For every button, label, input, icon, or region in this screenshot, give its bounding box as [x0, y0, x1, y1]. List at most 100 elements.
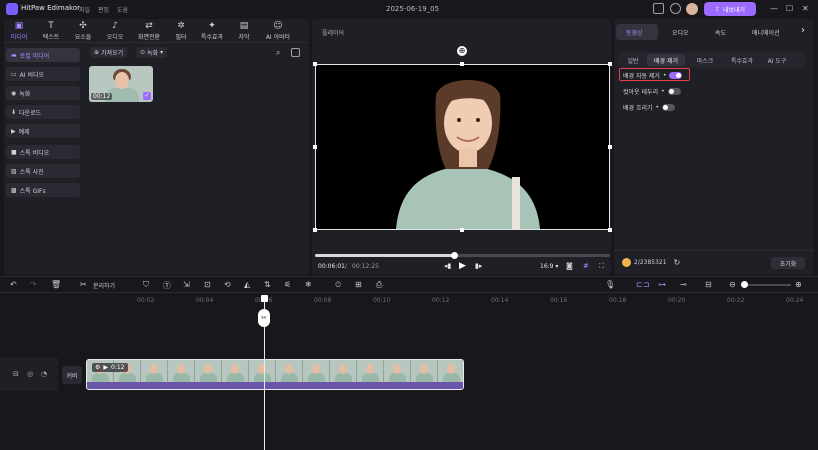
fit-icon[interactable]: ⊟: [705, 280, 712, 289]
resize-handle[interactable]: [608, 62, 612, 66]
split-icon[interactable]: ✂: [80, 280, 87, 289]
media-thumbnail[interactable]: 00:12 ✓: [89, 66, 153, 102]
prev-frame-icon[interactable]: ◂▮: [444, 262, 451, 270]
sidebar-item-stock-gifs[interactable]: ▩ 스톡 GIFs: [6, 183, 80, 197]
tab-media[interactable]: ▣ 미디어: [4, 21, 34, 41]
sidebar-item-sample[interactable]: ▶ 예제: [6, 124, 80, 138]
chevron-right-icon[interactable]: ›: [801, 25, 805, 36]
tab-audio[interactable]: ♪ 오디오: [100, 21, 130, 41]
freeze-icon[interactable]: ❄: [305, 280, 312, 289]
import-button[interactable]: ⊕ 가져오기: [90, 47, 128, 58]
tab-filter[interactable]: ✲ 필터: [166, 21, 196, 41]
delete-icon[interactable]: 🗑: [51, 280, 61, 289]
search-icon[interactable]: ⌕: [276, 48, 280, 58]
track-audio-icon[interactable]: ◔: [41, 370, 47, 378]
menu-file[interactable]: 파일: [79, 5, 90, 14]
info-icon: •: [661, 88, 665, 95]
magnet-icon[interactable]: ⊏⊐: [636, 280, 649, 289]
tab-elements[interactable]: ✣ 요소들: [68, 21, 98, 41]
microphone-icon[interactable]: 🎙: [605, 280, 615, 289]
link-icon[interactable]: ⊶: [658, 280, 666, 289]
tab-transition[interactable]: ⇄ 화면전환: [134, 21, 164, 41]
resize-handle[interactable]: [460, 228, 464, 232]
playback-scrubber[interactable]: [450, 252, 458, 259]
record-dropdown[interactable]: ⊙ 녹화 ▾: [136, 47, 168, 58]
trim-icon[interactable]: ⇲: [183, 280, 190, 289]
undo-icon[interactable]: ↶: [10, 280, 17, 289]
video-clip[interactable]: [86, 359, 464, 390]
sidebar-item-download[interactable]: ⬇ 다운로드: [6, 105, 80, 119]
resize-handle[interactable]: [313, 145, 317, 149]
resize-handle[interactable]: [313, 228, 317, 232]
tab-audio-props[interactable]: 오디오: [672, 28, 689, 37]
cutout-border-toggle[interactable]: [667, 88, 681, 95]
close-button[interactable]: ✕: [802, 4, 809, 13]
resize-handle[interactable]: [460, 62, 464, 66]
download-icon[interactable]: [670, 3, 681, 14]
tab-subtitle[interactable]: ▤ 자막: [229, 21, 259, 41]
message-icon[interactable]: [653, 3, 664, 14]
tab-video[interactable]: 동영상: [626, 28, 643, 37]
snapshot-icon[interactable]: ◙: [566, 262, 573, 270]
refresh-icon[interactable]: ↻: [674, 258, 681, 267]
adjust-icon[interactable]: ⚟: [284, 280, 291, 289]
menu-edit[interactable]: 편집: [98, 5, 109, 14]
split-label[interactable]: 분리하기: [93, 281, 115, 290]
subtab-general[interactable]: 일반: [620, 54, 646, 66]
flip-icon[interactable]: ⇅: [264, 280, 271, 289]
user-avatar[interactable]: [686, 3, 698, 15]
track-visibility-icon[interactable]: ◎: [27, 370, 33, 378]
tab-text[interactable]: T 텍스트: [36, 21, 66, 41]
subtab-remove-background[interactable]: 배경 제거: [647, 54, 685, 66]
resize-handle[interactable]: [608, 228, 612, 232]
marker-icon[interactable]: ⛉: [143, 280, 149, 290]
subtab-ai-tools[interactable]: AI 도구: [762, 54, 792, 66]
chain-icon[interactable]: ⊸: [680, 280, 687, 289]
track-lock-icon[interactable]: ⊟: [13, 370, 19, 378]
sidebar-item-ai-video[interactable]: ▭ AI 비디오: [6, 67, 80, 81]
subtitle-icon: ▤: [239, 21, 249, 31]
view-toggle-icon[interactable]: [291, 48, 300, 57]
blur-bg-toggle[interactable]: [662, 104, 676, 111]
fullscreen-icon[interactable]: ⛶: [599, 262, 604, 271]
playhead-split-icon[interactable]: ✂: [258, 309, 270, 327]
minimize-button[interactable]: —: [770, 4, 778, 13]
speed-icon[interactable]: ⏲: [335, 280, 341, 290]
stabilize-icon[interactable]: ⊞: [355, 280, 362, 289]
subtab-effects[interactable]: 특수효과: [724, 54, 760, 66]
tab-speed[interactable]: 속도: [715, 28, 726, 37]
playhead-marker[interactable]: [261, 295, 268, 302]
zoom-in-icon[interactable]: ⊕: [795, 280, 802, 289]
sidebar-item-record[interactable]: ◉ 녹화: [6, 86, 80, 100]
crop-icon[interactable]: ⊡: [204, 280, 211, 289]
menu-help[interactable]: 도움: [117, 5, 128, 14]
sidebar-item-local-media[interactable]: ▬ 로컬 미디어: [6, 48, 80, 62]
resize-handle[interactable]: [313, 62, 317, 66]
grid-icon[interactable]: #: [583, 262, 589, 270]
text-overlay-icon[interactable]: Ⓣ: [163, 280, 171, 291]
zoom-slider-knob[interactable]: [741, 281, 748, 288]
sidebar-item-stock-video[interactable]: ■ 스톡 비디오: [6, 145, 80, 159]
subtab-mask[interactable]: 마스크: [688, 54, 722, 66]
maximize-button[interactable]: ☐: [786, 4, 793, 13]
auto-remove-bg-toggle[interactable]: [669, 72, 683, 79]
tab-animation[interactable]: 애니메이션: [752, 28, 780, 37]
export-button[interactable]: ⇪ 내보내기: [704, 2, 756, 16]
video-preview[interactable]: [315, 64, 610, 230]
cover-button[interactable]: 커버: [62, 366, 82, 384]
sidebar-item-stock-photo[interactable]: ▨ 스톡 사진: [6, 164, 80, 178]
zoom-out-icon[interactable]: ⊖: [729, 280, 736, 289]
rotate-icon[interactable]: ⊕: [457, 46, 467, 56]
transform-icon[interactable]: ⟲: [224, 280, 231, 289]
redo-icon[interactable]: ↷: [30, 280, 37, 289]
tab-effects[interactable]: ✦ 특수효과: [197, 21, 227, 41]
resize-handle[interactable]: [608, 145, 612, 149]
aspect-ratio-select[interactable]: 16:9 ▾: [540, 263, 558, 270]
reset-button[interactable]: 초기화: [771, 257, 805, 269]
next-frame-icon[interactable]: ▮▸: [475, 262, 482, 270]
export-clip-icon[interactable]: ⎙: [376, 280, 382, 290]
mirror-icon[interactable]: ◭: [244, 280, 250, 289]
play-icon[interactable]: ▶: [459, 261, 466, 271]
zoom-slider-track[interactable]: [741, 284, 791, 286]
tab-ai-avatar[interactable]: ☺ AI 아바타: [260, 21, 296, 41]
